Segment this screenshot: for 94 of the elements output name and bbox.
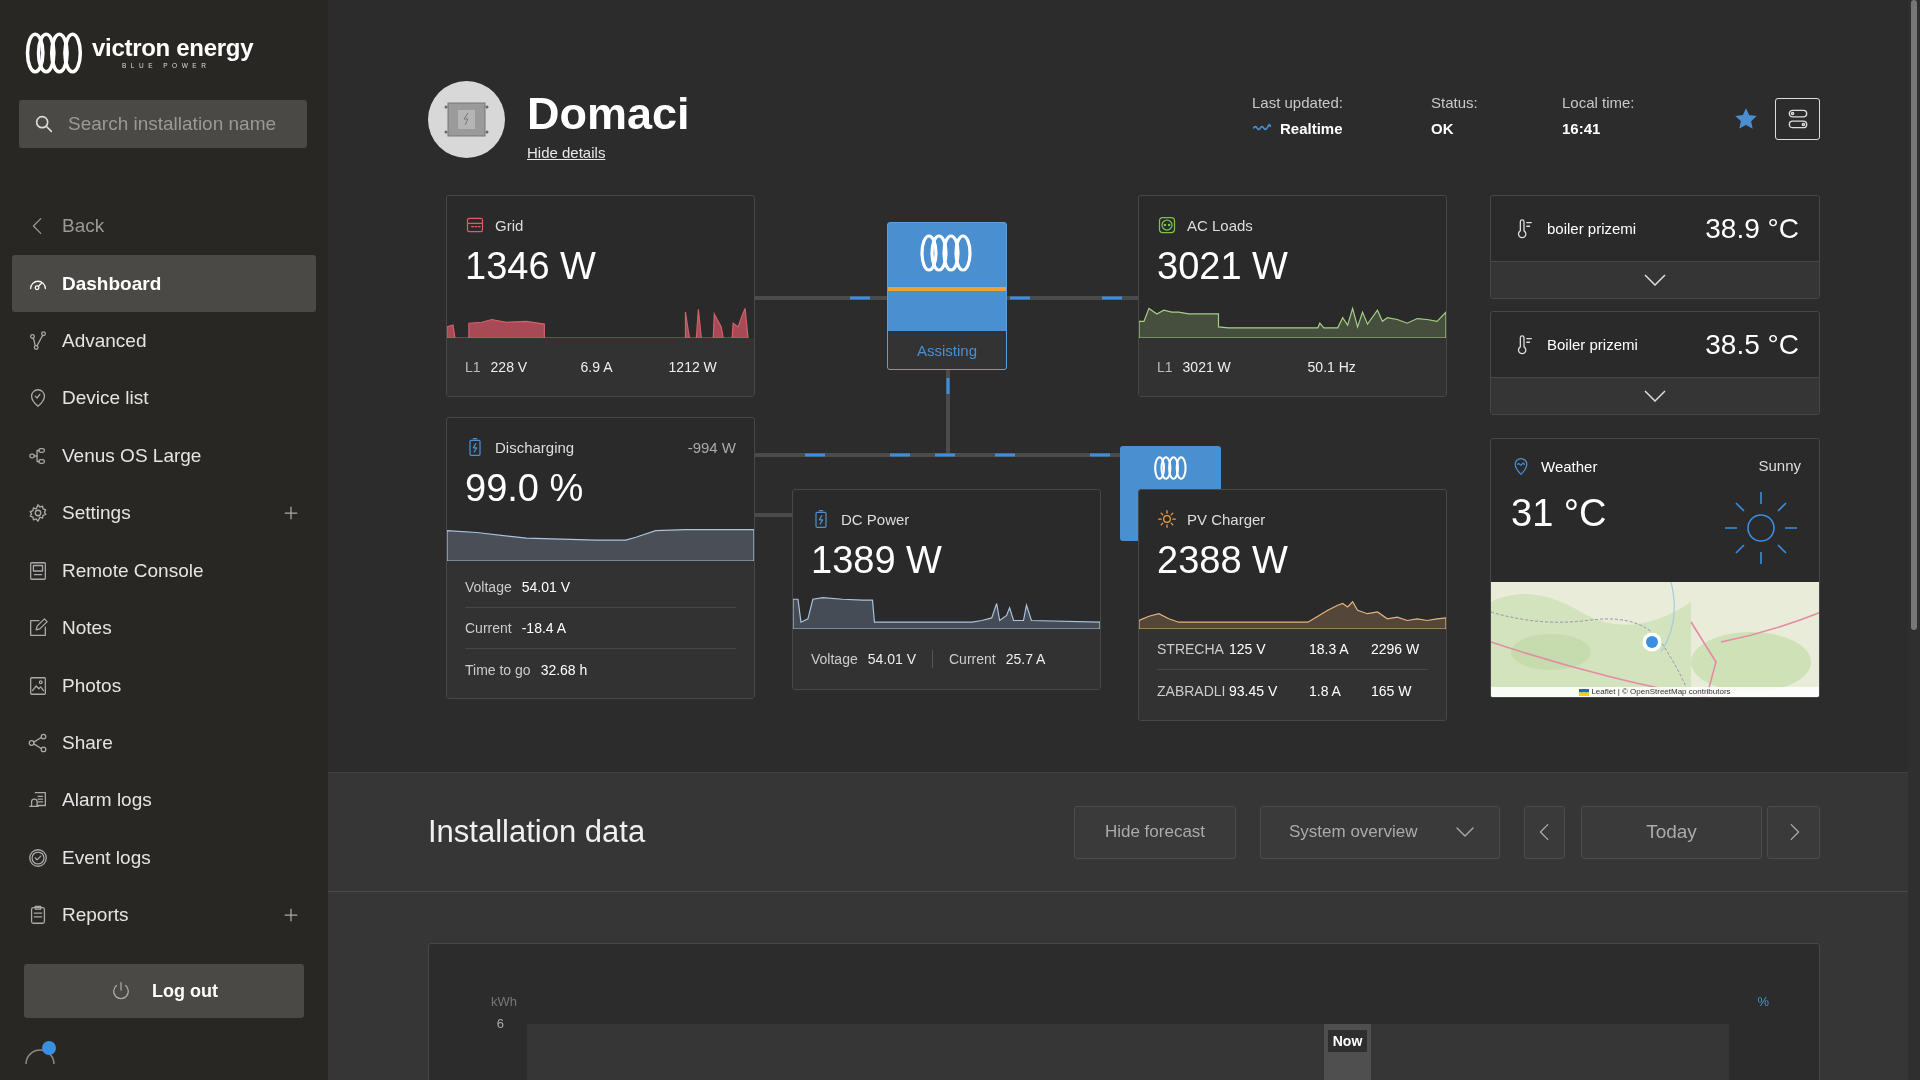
reading: 3021 W bbox=[1182, 359, 1231, 375]
monitor-icon bbox=[27, 559, 49, 582]
layout-toggle-button[interactable] bbox=[1775, 98, 1820, 140]
temperature-value: 38.9 °C bbox=[1705, 212, 1799, 245]
meta-value: OK bbox=[1431, 119, 1454, 137]
hide-forecast-button[interactable]: Hide forecast bbox=[1074, 805, 1236, 859]
charge-value: 99.0 % bbox=[464, 466, 585, 511]
reading: 6.9 A bbox=[580, 359, 613, 375]
gear-icon bbox=[27, 502, 49, 525]
reading: 228 V bbox=[490, 359, 528, 375]
power-reading: -994 W bbox=[687, 438, 736, 456]
row-value: -18.4 A bbox=[521, 620, 567, 636]
flag-icon bbox=[1579, 688, 1590, 696]
axis-unit: % bbox=[1757, 994, 1769, 1011]
row-label: Current bbox=[949, 651, 996, 667]
map-attribution: Leaflet | © OpenStreetMap contributors bbox=[1591, 687, 1731, 697]
back-link[interactable]: Back bbox=[12, 197, 316, 255]
card-title: Grid bbox=[495, 216, 525, 234]
inverter-state: Assisting bbox=[888, 331, 1006, 369]
row-value: 54.01 V bbox=[867, 651, 916, 667]
star-icon[interactable] bbox=[1735, 108, 1757, 130]
axis-unit: kWh bbox=[491, 994, 517, 1011]
share-icon bbox=[27, 731, 49, 754]
power-value: 2388 W bbox=[1156, 538, 1289, 583]
nav-item[interactable]: Settings bbox=[12, 484, 316, 542]
tracker-voltage: 125 V bbox=[1229, 641, 1266, 657]
meta-value: 16:41 bbox=[1562, 119, 1601, 137]
phase-label: L1 bbox=[1157, 359, 1173, 375]
clock-icon bbox=[27, 846, 49, 869]
card-title: Discharging bbox=[495, 438, 576, 456]
row-value: 25.7 A bbox=[1005, 651, 1046, 667]
tracker-power: 2296 W bbox=[1371, 641, 1420, 657]
date-button[interactable]: Today bbox=[1581, 805, 1762, 859]
device-avatar-icon bbox=[428, 80, 505, 158]
nav-item[interactable]: Venus OS Large bbox=[12, 427, 316, 485]
charger-logo-icon bbox=[1151, 455, 1190, 481]
nav-item[interactable]: Alarm logs bbox=[12, 771, 316, 830]
meta-value: Realtime bbox=[1280, 119, 1343, 137]
sun-icon bbox=[1157, 509, 1177, 529]
nav-item[interactable]: Event logs bbox=[12, 829, 316, 887]
sensor-name: boiler prizemi bbox=[1547, 220, 1637, 237]
nav-item[interactable]: Notes bbox=[12, 599, 316, 657]
view-select[interactable]: System overview bbox=[1260, 805, 1500, 859]
wave-icon bbox=[1252, 123, 1272, 133]
row-label: Time to go bbox=[465, 661, 531, 678]
brand-name: victron energy bbox=[92, 35, 254, 60]
tracker-power: 165 W bbox=[1371, 682, 1412, 699]
card-title: DC Power bbox=[841, 510, 911, 528]
inverter-node[interactable]: Assisting bbox=[887, 222, 1007, 370]
logout-button[interactable]: Log out bbox=[24, 963, 304, 1019]
tracker-voltage: 93.45 V bbox=[1229, 682, 1278, 699]
power-value: 1346 W bbox=[464, 244, 597, 289]
card-title: AC Loads bbox=[1187, 216, 1254, 234]
temperature-value: 38.5 °C bbox=[1705, 328, 1799, 361]
temperature-value: 31 °C bbox=[1511, 492, 1608, 536]
row-label: Voltage bbox=[465, 579, 512, 595]
installation-name: Domaci bbox=[527, 91, 690, 136]
branch-icon bbox=[27, 330, 49, 352]
nav-item[interactable]: Reports bbox=[12, 886, 316, 944]
now-label: Now bbox=[1327, 1030, 1368, 1052]
socket-icon bbox=[1157, 215, 1177, 235]
panel-icon bbox=[465, 215, 485, 235]
tracker-name: STRECHA bbox=[1157, 641, 1224, 657]
section-title: Installation data bbox=[428, 814, 647, 850]
nav-item[interactable]: Device list bbox=[12, 369, 316, 428]
nav-item[interactable]: Dashboard bbox=[12, 254, 316, 313]
power-value: 3021 W bbox=[1156, 244, 1289, 289]
reading: 50.1 Hz bbox=[1307, 359, 1356, 375]
card-title: PV Charger bbox=[1187, 510, 1267, 528]
nav-item[interactable]: Remote Console bbox=[12, 542, 316, 600]
row-value: 54.01 V bbox=[521, 579, 570, 595]
power-value: 1389 W bbox=[810, 538, 943, 583]
row-label: Voltage bbox=[811, 651, 858, 667]
map-marker-icon[interactable] bbox=[1642, 632, 1662, 652]
search-field[interactable]: Search installation name bbox=[19, 100, 307, 149]
image-icon bbox=[27, 674, 49, 697]
hide-details-link[interactable]: Hide details bbox=[527, 144, 606, 161]
row-value: 32.68 h bbox=[540, 661, 588, 678]
tracker-name: ZABRADLI bbox=[1157, 682, 1226, 699]
card-title: Weather bbox=[1541, 457, 1598, 475]
axis-tick: 6 bbox=[495, 1016, 505, 1033]
tracker-current: 18.3 A bbox=[1309, 641, 1349, 657]
meta-label: Local time: bbox=[1562, 93, 1636, 111]
row-label: Current bbox=[465, 620, 512, 636]
reading: 1212 W bbox=[668, 359, 717, 375]
meta-label: Status: bbox=[1431, 93, 1479, 111]
nav-item[interactable]: Share bbox=[12, 714, 316, 772]
sensor-name: Boiler prizemi bbox=[1547, 336, 1638, 353]
meta-label: Last updated: bbox=[1252, 93, 1344, 111]
tracker-current: 1.8 A bbox=[1309, 682, 1341, 699]
nav-item[interactable]: Advanced bbox=[12, 312, 316, 370]
weather-condition: Sunny bbox=[1757, 456, 1801, 476]
phase-label: L1 bbox=[465, 359, 481, 375]
nav-item[interactable]: Photos bbox=[12, 656, 316, 715]
